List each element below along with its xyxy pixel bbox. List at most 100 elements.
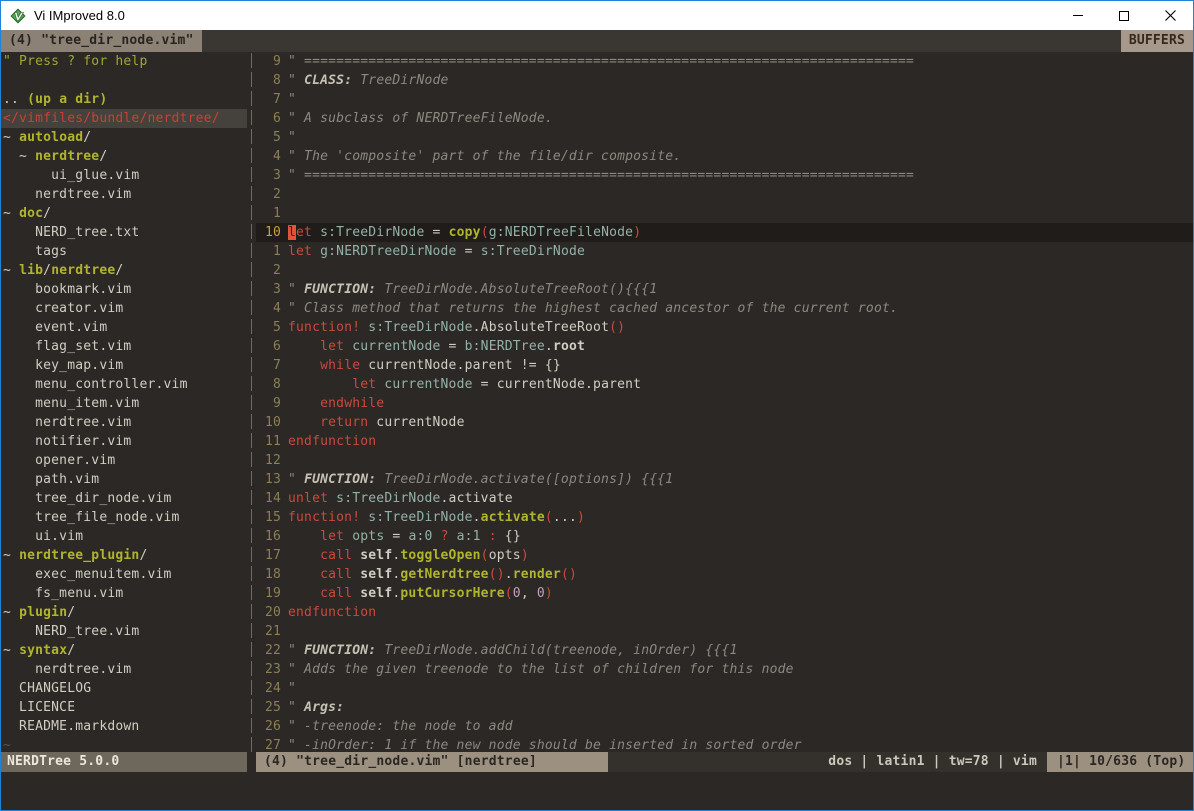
tree-row[interactable]: </vimfiles/bundle/nerdtree/ <box>1 109 247 128</box>
tree-row[interactable]: tree_file_node.vim <box>3 508 247 527</box>
code-line[interactable]: 23" Adds the given treenode to the list … <box>256 660 1193 679</box>
code-line[interactable]: 8 let currentNode = currentNode.parent <box>256 375 1193 394</box>
tree-row[interactable]: fs_menu.vim <box>3 584 247 603</box>
tree-row[interactable]: README.markdown <box>3 717 247 736</box>
tree-row[interactable]: ~ lib/nerdtree/ <box>3 261 247 280</box>
code-line[interactable]: 11endfunction <box>256 432 1193 451</box>
line-number: 18 <box>265 565 281 584</box>
code-line[interactable]: 27" -inOrder: 1 if the new node should b… <box>256 736 1193 752</box>
maximize-button[interactable] <box>1101 1 1147 30</box>
tree-row[interactable]: LICENCE <box>3 698 247 717</box>
code-line[interactable]: 14unlet s:TreeDirNode.activate <box>256 489 1193 508</box>
code-line[interactable]: 24" <box>256 679 1193 698</box>
code-line[interactable]: 15function! s:TreeDirNode.activate(...) <box>256 508 1193 527</box>
code-line[interactable]: 7 while currentNode.parent != {} <box>256 356 1193 375</box>
code-line[interactable]: 18 call self.getNerdtree().render() <box>256 565 1193 584</box>
tree-row[interactable]: nerdtree.vim <box>3 413 247 432</box>
code-line[interactable]: 12 <box>256 451 1193 470</box>
code-line[interactable]: 4" Class method that returns the highest… <box>256 299 1193 318</box>
code-line[interactable]: 3" =====================================… <box>256 166 1193 185</box>
code-line[interactable]: 8" CLASS: TreeDirNode <box>256 71 1193 90</box>
tree-row[interactable]: menu_controller.vim <box>3 375 247 394</box>
line-number: 15 <box>265 508 281 527</box>
code-line[interactable]: 7" <box>256 90 1193 109</box>
tree-row[interactable]: ~ autoload/ <box>3 128 247 147</box>
tree-row[interactable]: ~ plugin/ <box>3 603 247 622</box>
tree-row[interactable]: " Press ? for help <box>3 52 247 71</box>
tree-row[interactable]: ~ nerdtree/ <box>3 147 247 166</box>
tree-row[interactable]: ~ doc/ <box>3 204 247 223</box>
tree-row[interactable]: ~ syntax/ <box>3 641 247 660</box>
code-line[interactable]: 3" FUNCTION: TreeDirNode.AbsoluteTreeRoo… <box>256 280 1193 299</box>
code-line[interactable]: 1let g:NERDTreeDirNode = s:TreeDirNode <box>256 242 1193 261</box>
tree-row[interactable]: exec_menuitem.vim <box>3 565 247 584</box>
tree-row[interactable]: nerdtree.vim <box>3 660 247 679</box>
code-line[interactable]: 10 return currentNode <box>256 413 1193 432</box>
code-line[interactable]: 6" A subclass of NERDTreeFileNode. <box>256 109 1193 128</box>
tree-row[interactable]: CHANGELOG <box>3 679 247 698</box>
tree-row[interactable]: ui.vim <box>3 527 247 546</box>
tree-row[interactable] <box>3 71 247 90</box>
code-line[interactable]: 2 <box>256 185 1193 204</box>
code-line[interactable]: 1 <box>256 204 1193 223</box>
tree-row[interactable]: path.vim <box>3 470 247 489</box>
tree-row[interactable]: NERD_tree.vim <box>3 622 247 641</box>
code-line[interactable]: 10let s:TreeDirNode = copy(g:NERDTreeFil… <box>256 223 1193 242</box>
code-line[interactable]: 4" The 'composite' part of the file/dir … <box>256 147 1193 166</box>
code-line[interactable]: 9" =====================================… <box>256 52 1193 71</box>
tree-row[interactable]: NERD_tree.txt <box>3 223 247 242</box>
close-button[interactable] <box>1147 1 1193 30</box>
tree-row[interactable]: nerdtree.vim <box>3 185 247 204</box>
code-line[interactable]: 13" FUNCTION: TreeDirNode.activate([opti… <box>256 470 1193 489</box>
tree-row[interactable]: tags <box>3 242 247 261</box>
minimize-button[interactable] <box>1055 1 1101 30</box>
code-line[interactable]: 20endfunction <box>256 603 1193 622</box>
line-number: 4 <box>265 299 281 318</box>
tab-active[interactable]: (4) "tree_dir_node.vim" <box>1 30 202 52</box>
tree-row[interactable]: notifier.vim <box>3 432 247 451</box>
code-line[interactable]: 5" <box>256 128 1193 147</box>
code-line[interactable]: 6 let currentNode = b:NERDTree.root <box>256 337 1193 356</box>
tree-row[interactable]: bookmark.vim <box>3 280 247 299</box>
code-line[interactable]: 22" FUNCTION: TreeDirNode.addChild(treen… <box>256 641 1193 660</box>
tree-row[interactable]: key_map.vim <box>3 356 247 375</box>
line-number: 10 <box>265 413 281 432</box>
line-number: 14 <box>265 489 281 508</box>
line-number: 19 <box>265 584 281 603</box>
command-line[interactable] <box>1 772 1193 810</box>
line-number: 8 <box>265 375 281 394</box>
code-line[interactable]: 26" -treenode: the node to add <box>256 717 1193 736</box>
title-bar: Vi IMproved 8.0 <box>1 1 1193 30</box>
line-number: 25 <box>265 698 281 717</box>
line-number: 1 <box>265 242 281 261</box>
line-number: 2 <box>265 261 281 280</box>
code-line[interactable]: 17 call self.toggleOpen(opts) <box>256 546 1193 565</box>
code-line[interactable]: 19 call self.putCursorHere(0, 0) <box>256 584 1193 603</box>
tree-row[interactable]: ~ <box>3 736 247 752</box>
statusline-gap <box>247 752 256 772</box>
tree-row[interactable]: opener.vim <box>3 451 247 470</box>
code-line[interactable]: 25" Args: <box>256 698 1193 717</box>
tree-row[interactable]: event.vim <box>3 318 247 337</box>
tree-row[interactable]: ~ nerdtree_plugin/ <box>3 546 247 565</box>
line-number: 5 <box>265 318 281 337</box>
line-number: 9 <box>265 52 281 71</box>
code-line[interactable]: 9 endwhile <box>256 394 1193 413</box>
code-line[interactable]: 21 <box>256 622 1193 641</box>
code-line[interactable]: 2 <box>256 261 1193 280</box>
line-number: 16 <box>265 527 281 546</box>
window-controls <box>1055 1 1193 30</box>
line-number: 13 <box>265 470 281 489</box>
window-separator[interactable] <box>247 52 256 752</box>
tree-row[interactable]: menu_item.vim <box>3 394 247 413</box>
status-line: NERDTree 5.0.0 (4) "tree_dir_node.vim" [… <box>1 752 1193 772</box>
line-number: 12 <box>265 451 281 470</box>
tree-row[interactable]: ui_glue.vim <box>3 166 247 185</box>
tree-row[interactable]: creator.vim <box>3 299 247 318</box>
code-line[interactable]: 16 let opts = a:0 ? a:1 : {} <box>256 527 1193 546</box>
code-line[interactable]: 5function! s:TreeDirNode.AbsoluteTreeRoo… <box>256 318 1193 337</box>
tree-row[interactable]: tree_dir_node.vim <box>3 489 247 508</box>
line-number: 23 <box>265 660 281 679</box>
tree-row[interactable]: .. (up a dir) <box>3 90 247 109</box>
tree-row[interactable]: flag_set.vim <box>3 337 247 356</box>
